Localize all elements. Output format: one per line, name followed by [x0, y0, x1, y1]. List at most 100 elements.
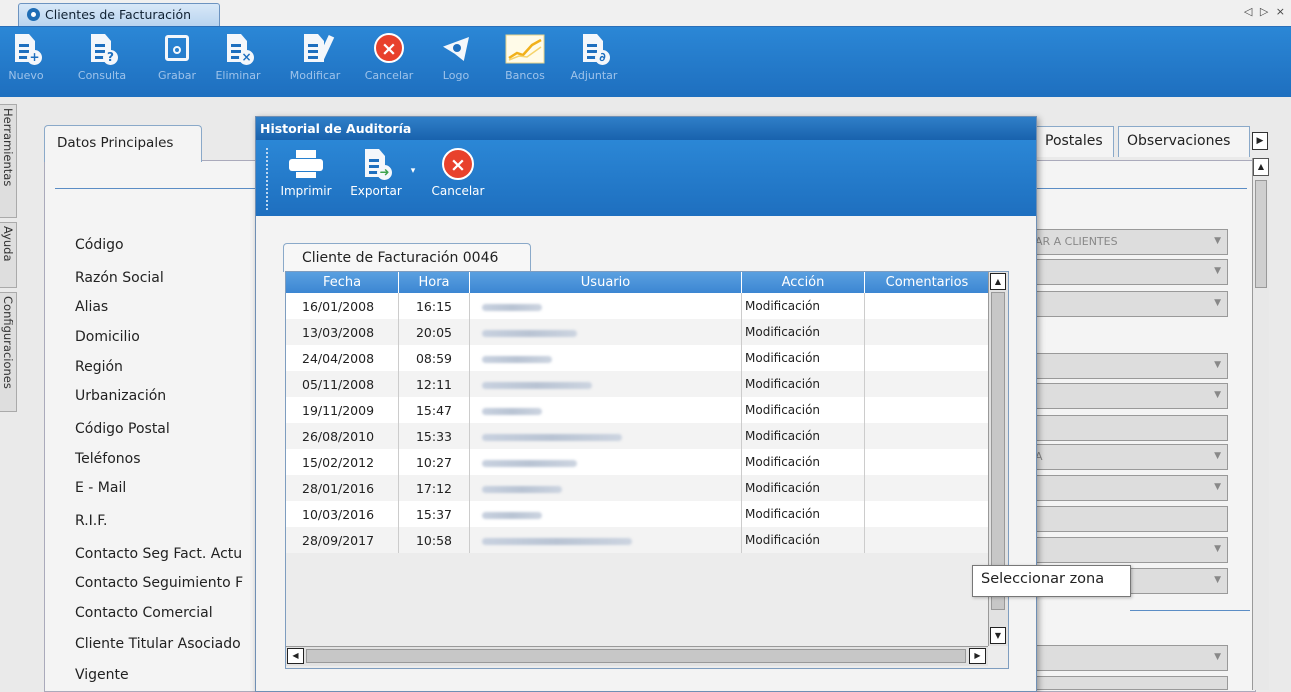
cell-comentarios	[864, 423, 990, 449]
section-divider	[1130, 610, 1250, 611]
delete-document-icon: ×	[222, 33, 254, 65]
table-header-row: Fecha Hora Usuario Acción Comentarios	[286, 272, 990, 293]
scroll-right-arrow-icon[interactable]: ▶	[969, 648, 986, 664]
table-row[interactable]: 05/11/2008 12:11 Modificación	[286, 371, 990, 397]
dialog-cancel-button[interactable]: × Cancelar	[428, 146, 488, 198]
redacted-user-name	[482, 381, 592, 389]
cell-comentarios	[864, 475, 990, 501]
delete-button[interactable]: × Eliminar	[212, 31, 264, 93]
side-tab-herramientas[interactable]: Herramientas	[0, 104, 17, 218]
save-button[interactable]: Grabar	[148, 31, 206, 93]
select-field[interactable]: ▼	[1030, 353, 1228, 379]
export-button[interactable]: ➜ Exportar	[346, 146, 406, 198]
table-row[interactable]: 15/02/2012 10:27 Modificación	[286, 449, 990, 475]
label-contacto-seg-fact: Contacto Seg Fact. Actu	[75, 546, 243, 562]
form-vertical-scrollbar[interactable]: ▲	[1252, 158, 1269, 690]
cancel-button[interactable]: × Cancelar	[358, 31, 420, 93]
dialog-title-bar[interactable]: Historial de Auditoría	[256, 117, 1036, 140]
tab-cliente-facturacion[interactable]: Cliente de Facturación 0046	[283, 243, 531, 272]
table-row[interactable]: 24/04/2008 08:59 Modificación	[286, 345, 990, 371]
select-field[interactable]: ▼	[1030, 475, 1228, 501]
export-dropdown-arrow-icon[interactable]: ▾	[408, 166, 418, 176]
new-button[interactable]: + Nuevo	[2, 31, 50, 93]
banks-button[interactable]: Bancos	[498, 31, 552, 93]
scroll-up-arrow-icon[interactable]: ▲	[990, 273, 1006, 290]
tooltip-text: Seleccionar zona	[981, 571, 1105, 587]
redacted-user-name	[482, 303, 542, 311]
select-field[interactable]: ▼	[1030, 537, 1228, 563]
query-document-icon: ?	[86, 33, 118, 65]
dialog-toolbar: Imprimir ➜ Exportar ▾ × Cancelar	[256, 140, 1036, 216]
scroll-thumb[interactable]	[1255, 180, 1267, 288]
select-field[interactable]: ▼	[1030, 291, 1228, 317]
tab-label: Datos Principales	[57, 135, 174, 151]
cell-hora: 15:33	[398, 423, 470, 449]
table-row[interactable]: 28/01/2016 17:12 Modificación	[286, 475, 990, 501]
column-header-comentarios[interactable]: Comentarios	[864, 272, 990, 293]
scroll-down-arrow-icon[interactable]: ▼	[990, 627, 1006, 644]
grid-scroll-thumb[interactable]	[991, 292, 1005, 610]
logo-icon	[440, 33, 472, 65]
print-button-label: Imprimir	[280, 184, 332, 198]
side-tab-configuraciones[interactable]: Configuraciones	[0, 292, 17, 412]
cell-fecha: 28/09/2017	[286, 527, 399, 553]
cell-hora: 15:37	[398, 501, 470, 527]
toolbar-grip[interactable]	[266, 148, 268, 210]
cancel-icon: ×	[428, 148, 488, 180]
table-row[interactable]: 26/08/2010 15:33 Modificación	[286, 423, 990, 449]
column-header-hora[interactable]: Hora	[398, 272, 470, 293]
attach-button[interactable]: ∂ Adjuntar	[562, 31, 626, 93]
cell-accion: Modificación	[741, 345, 865, 371]
select-field[interactable]: ▼	[1030, 645, 1228, 671]
logo-button[interactable]: Logo	[436, 31, 476, 93]
column-header-usuario[interactable]: Usuario	[469, 272, 742, 293]
scroll-up-arrow-icon[interactable]: ▲	[1253, 158, 1269, 176]
redacted-user-name	[482, 407, 542, 415]
cell-accion: Modificación	[741, 449, 865, 475]
printer-icon	[289, 150, 323, 178]
select-field[interactable]	[1030, 676, 1228, 690]
label-codigo: Código	[75, 237, 124, 253]
tab-observaciones[interactable]: Observaciones	[1118, 126, 1250, 157]
select-field[interactable]: ▼	[1030, 259, 1228, 285]
table-row[interactable]: 16/01/2008 16:15 Modificación	[286, 293, 990, 319]
label-razon-social: Razón Social	[75, 270, 164, 286]
label-vigente: Vigente	[75, 667, 129, 683]
cancel-icon: ×	[373, 33, 405, 65]
window-tab-clientes[interactable]: Clientes de Facturación	[18, 3, 220, 26]
cell-fecha: 28/01/2016	[286, 475, 399, 501]
tab-navigation-arrows[interactable]: ◁ ▷ ×	[1244, 5, 1287, 18]
select-field[interactable]: AR A CLIENTES ▼	[1030, 229, 1228, 255]
tab-postales[interactable]: Postales	[1036, 126, 1114, 157]
table-row[interactable]: 19/11/2009 15:47 Modificación	[286, 397, 990, 423]
edit-document-icon	[299, 33, 335, 65]
cell-accion: Modificación	[741, 397, 865, 423]
text-field[interactable]	[1030, 415, 1228, 441]
cell-hora: 10:27	[398, 449, 470, 475]
print-button[interactable]: Imprimir	[278, 146, 334, 198]
query-button[interactable]: ? Consulta	[64, 31, 140, 93]
redacted-user-name	[482, 511, 542, 519]
table-row[interactable]: 13/03/2008 20:05 Modificación	[286, 319, 990, 345]
select-field[interactable]: ▼	[1030, 383, 1228, 409]
grid-horizontal-scrollbar[interactable]: ◀ ▶	[286, 646, 988, 666]
side-tab-ayuda[interactable]: Ayuda	[0, 222, 17, 288]
table-row[interactable]: 10/03/2016 15:37 Modificación	[286, 501, 990, 527]
tab-datos-principales[interactable]: Datos Principales	[44, 125, 202, 162]
select-field[interactable]: A ▼	[1030, 444, 1228, 470]
column-header-accion[interactable]: Acción	[741, 272, 865, 293]
redacted-user-name	[482, 433, 622, 441]
column-header-fecha[interactable]: Fecha	[286, 272, 399, 293]
table-row[interactable]: 28/09/2017 10:58 Modificación	[286, 527, 990, 553]
scroll-left-arrow-icon[interactable]: ◀	[287, 648, 304, 664]
text-field[interactable]	[1030, 506, 1228, 532]
modify-button[interactable]: Modificar	[282, 31, 348, 93]
chevron-down-icon: ▼	[1214, 390, 1221, 400]
attach-document-icon: ∂	[578, 33, 610, 65]
redacted-user-name	[482, 355, 552, 363]
grid-hscroll-thumb[interactable]	[306, 649, 966, 663]
cell-fecha: 24/04/2008	[286, 345, 399, 371]
cell-fecha: 10/03/2016	[286, 501, 399, 527]
tabs-scroll-right-button[interactable]: ▶	[1252, 132, 1268, 150]
label-codigo-postal: Código Postal	[75, 421, 170, 437]
